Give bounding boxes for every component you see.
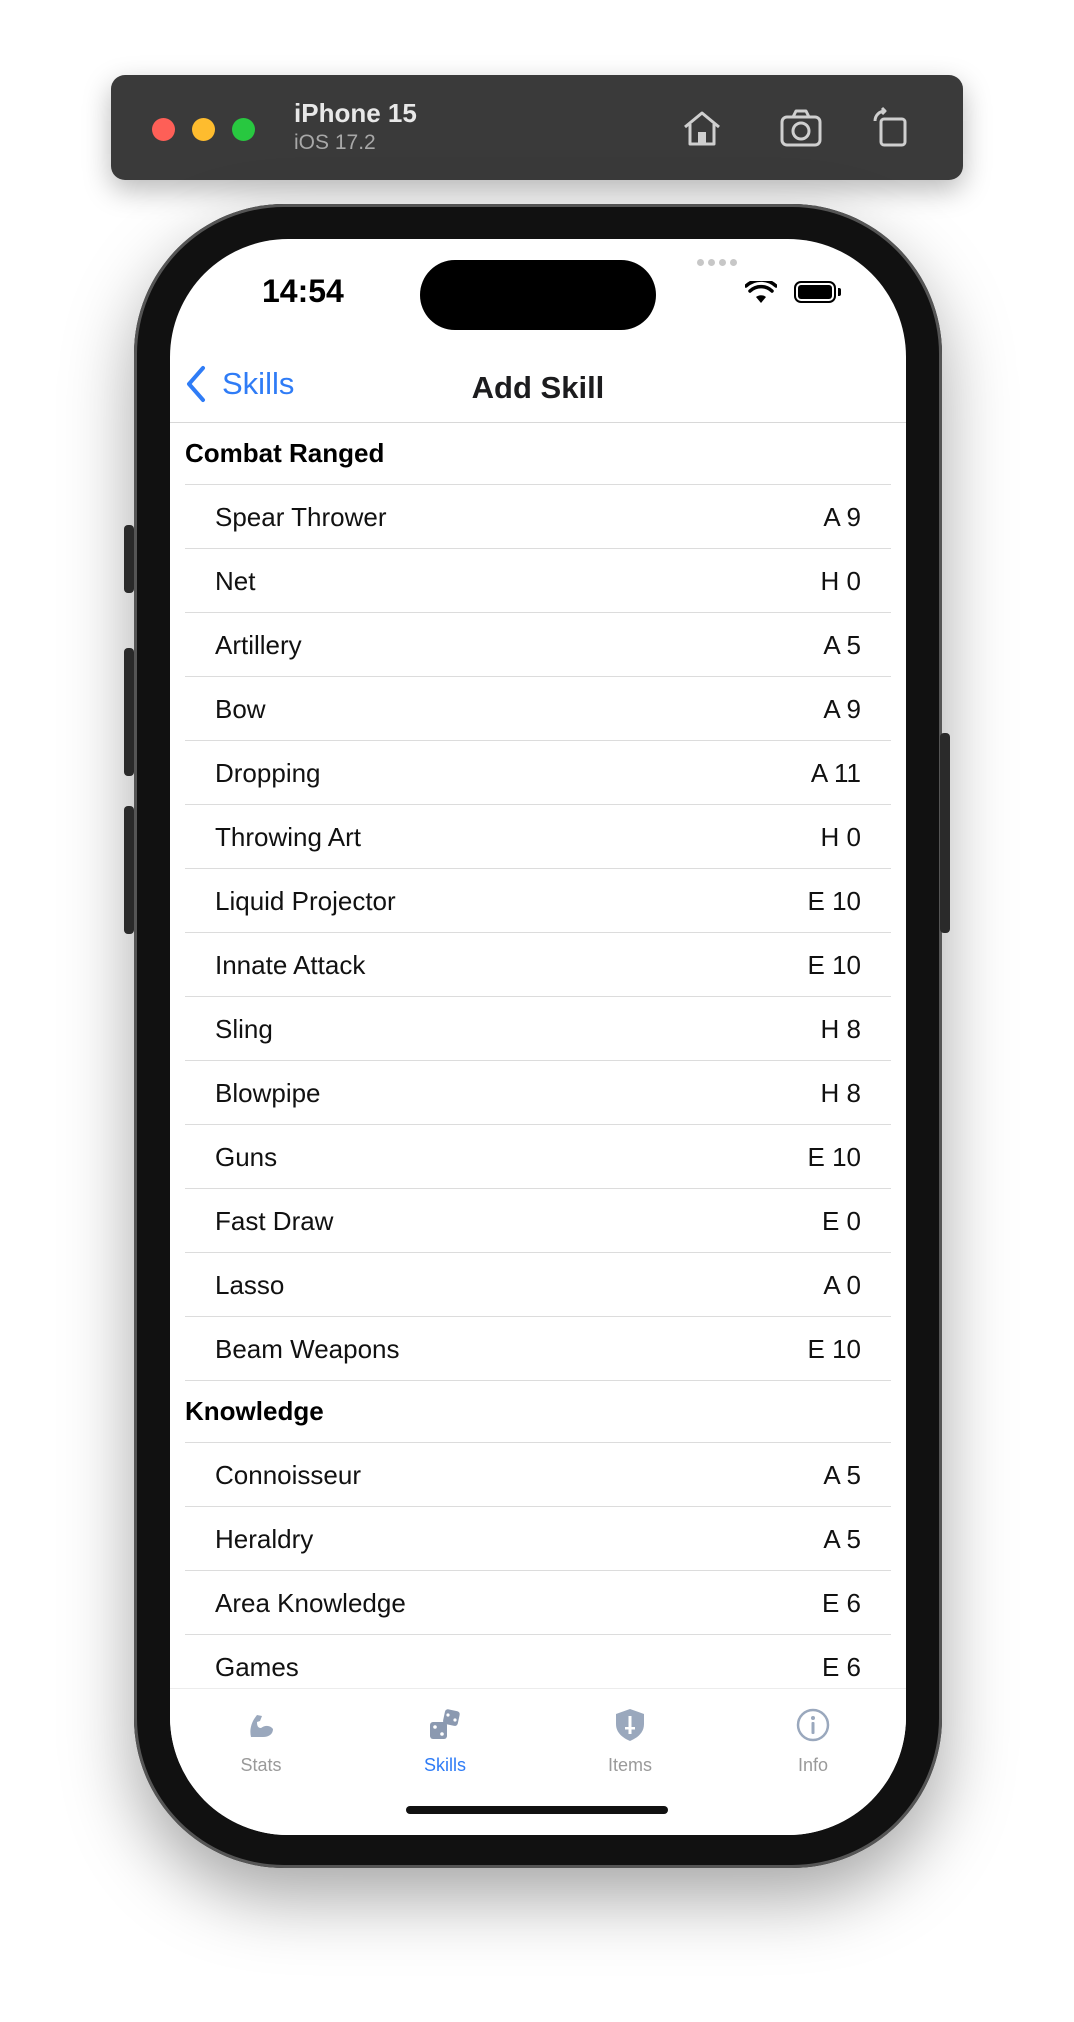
skill-cost: A 9 <box>823 502 861 532</box>
volume-down-button <box>124 806 134 934</box>
side-button <box>940 733 950 933</box>
close-window-button[interactable] <box>152 118 175 141</box>
tab-label: Info <box>797 1755 829 1775</box>
list-item[interactable]: Area Knowledge E 6 <box>185 1570 891 1634</box>
list-item[interactable]: Innate Attack E 10 <box>185 932 891 996</box>
skill-name: Net <box>215 566 256 596</box>
os-version: iOS 17.2 <box>294 131 376 154</box>
navigation-bar: Skills Add Skill <box>170 349 906 423</box>
skill-cost: H 8 <box>820 1078 861 1108</box>
list-item[interactable]: Guns E 10 <box>185 1124 891 1188</box>
skill-cost: E 6 <box>821 1652 861 1682</box>
skill-name: Lasso <box>215 1270 285 1300</box>
skill-name: Spear Thrower <box>215 502 387 532</box>
list-item[interactable]: Bow A 9 <box>185 676 891 740</box>
tab-stats[interactable]: Stats <box>201 1707 321 1776</box>
skill-cost: A 5 <box>823 630 861 660</box>
home-icon[interactable] <box>679 105 725 151</box>
skill-cost: A 9 <box>823 694 861 724</box>
skill-name: Sling <box>215 1014 273 1044</box>
list-item[interactable]: Sling H 8 <box>185 996 891 1060</box>
skill-cost: E 10 <box>807 1142 862 1172</box>
muscle-icon <box>250 1715 273 1737</box>
skill-name: Area Knowledge <box>215 1588 406 1618</box>
tab-label: Stats <box>240 1755 282 1775</box>
dynamic-island <box>420 260 656 330</box>
tab-items[interactable]: Items <box>570 1707 690 1776</box>
tab-skills[interactable]: Skills <box>385 1707 505 1776</box>
shield-icon <box>616 1709 644 1741</box>
tab-label: Skills <box>423 1755 466 1775</box>
screenshot-icon[interactable] <box>778 105 824 151</box>
list-item[interactable]: Games E 6 <box>185 1634 891 1688</box>
list-item[interactable]: Throwing Art H 0 <box>185 804 891 868</box>
skill-name: Artillery <box>215 630 302 660</box>
list-item[interactable]: Fast Draw E 0 <box>185 1188 891 1252</box>
skill-cost: A 11 <box>810 758 861 788</box>
skill-cost: E 10 <box>807 950 862 980</box>
list-item[interactable]: Spear Thrower A 9 <box>185 484 891 548</box>
list-item[interactable]: Beam Weapons E 10 <box>185 1316 891 1381</box>
skill-name: Bow <box>215 694 266 724</box>
home-indicator <box>406 1806 668 1814</box>
list-item[interactable]: Blowpipe H 8 <box>185 1060 891 1124</box>
skill-name: Fast Draw <box>215 1206 334 1236</box>
skill-cost: H 8 <box>820 1014 861 1044</box>
skill-name: Connoisseur <box>215 1460 361 1490</box>
phone-screen: 14:54 Skills Add Skill Combat Ranged Spe… <box>170 239 906 1835</box>
battery-icon <box>794 281 836 303</box>
skill-cost: H 0 <box>820 566 861 596</box>
skill-name: Heraldry <box>215 1524 314 1554</box>
skill-name: Beam Weapons <box>215 1334 400 1364</box>
page-title: Add Skill <box>471 370 605 405</box>
skill-cost: A 0 <box>823 1270 861 1300</box>
skill-cost: E 6 <box>821 1588 861 1618</box>
list-item[interactable]: Heraldry A 5 <box>185 1506 891 1570</box>
rotate-icon[interactable] <box>869 105 915 151</box>
skill-cost: H 0 <box>820 822 861 852</box>
zoom-window-button[interactable] <box>232 118 255 141</box>
skill-cost: A 5 <box>823 1524 861 1554</box>
tab-info[interactable]: Info <box>753 1707 873 1776</box>
tab-label: Items <box>607 1755 652 1775</box>
skill-cost: E 10 <box>807 886 862 916</box>
list-item[interactable]: Lasso A 0 <box>185 1252 891 1316</box>
info-icon <box>796 1708 830 1742</box>
minimize-window-button[interactable] <box>192 118 215 141</box>
dice-icon <box>430 1709 460 1739</box>
list-item[interactable]: Liquid Projector E 10 <box>185 868 891 932</box>
list-item[interactable]: Artillery A 5 <box>185 612 891 676</box>
device-name: iPhone 15 <box>294 98 417 128</box>
skill-name: Innate Attack <box>215 950 366 980</box>
list-item[interactable]: Net H 0 <box>185 548 891 612</box>
simulator-toolbar: iPhone 15 iOS 17.2 <box>111 75 963 180</box>
action-button <box>124 525 134 593</box>
wifi-icon <box>744 278 778 310</box>
skill-cost: A 5 <box>823 1460 861 1490</box>
skill-cost: E 10 <box>807 1334 862 1364</box>
volume-up-button <box>124 648 134 776</box>
skill-name: Games <box>215 1652 299 1682</box>
skill-list[interactable]: Combat Ranged Spear Thrower A 9 Net H 0 Ar… <box>170 423 906 1688</box>
status-time: 14:54 <box>262 273 344 309</box>
section-header: Combat Ranged <box>185 438 385 468</box>
skill-name: Throwing Art <box>215 822 361 852</box>
skill-name: Liquid Projector <box>215 886 396 916</box>
list-item[interactable]: Dropping A 11 <box>185 740 891 804</box>
list-item[interactable]: Connoisseur A 5 <box>185 1442 891 1506</box>
skill-name: Dropping <box>215 758 321 788</box>
skill-name: Guns <box>215 1142 278 1172</box>
skill-name: Blowpipe <box>215 1078 321 1108</box>
section-header: Knowledge <box>185 1396 324 1426</box>
skill-cost: E 0 <box>821 1206 861 1236</box>
